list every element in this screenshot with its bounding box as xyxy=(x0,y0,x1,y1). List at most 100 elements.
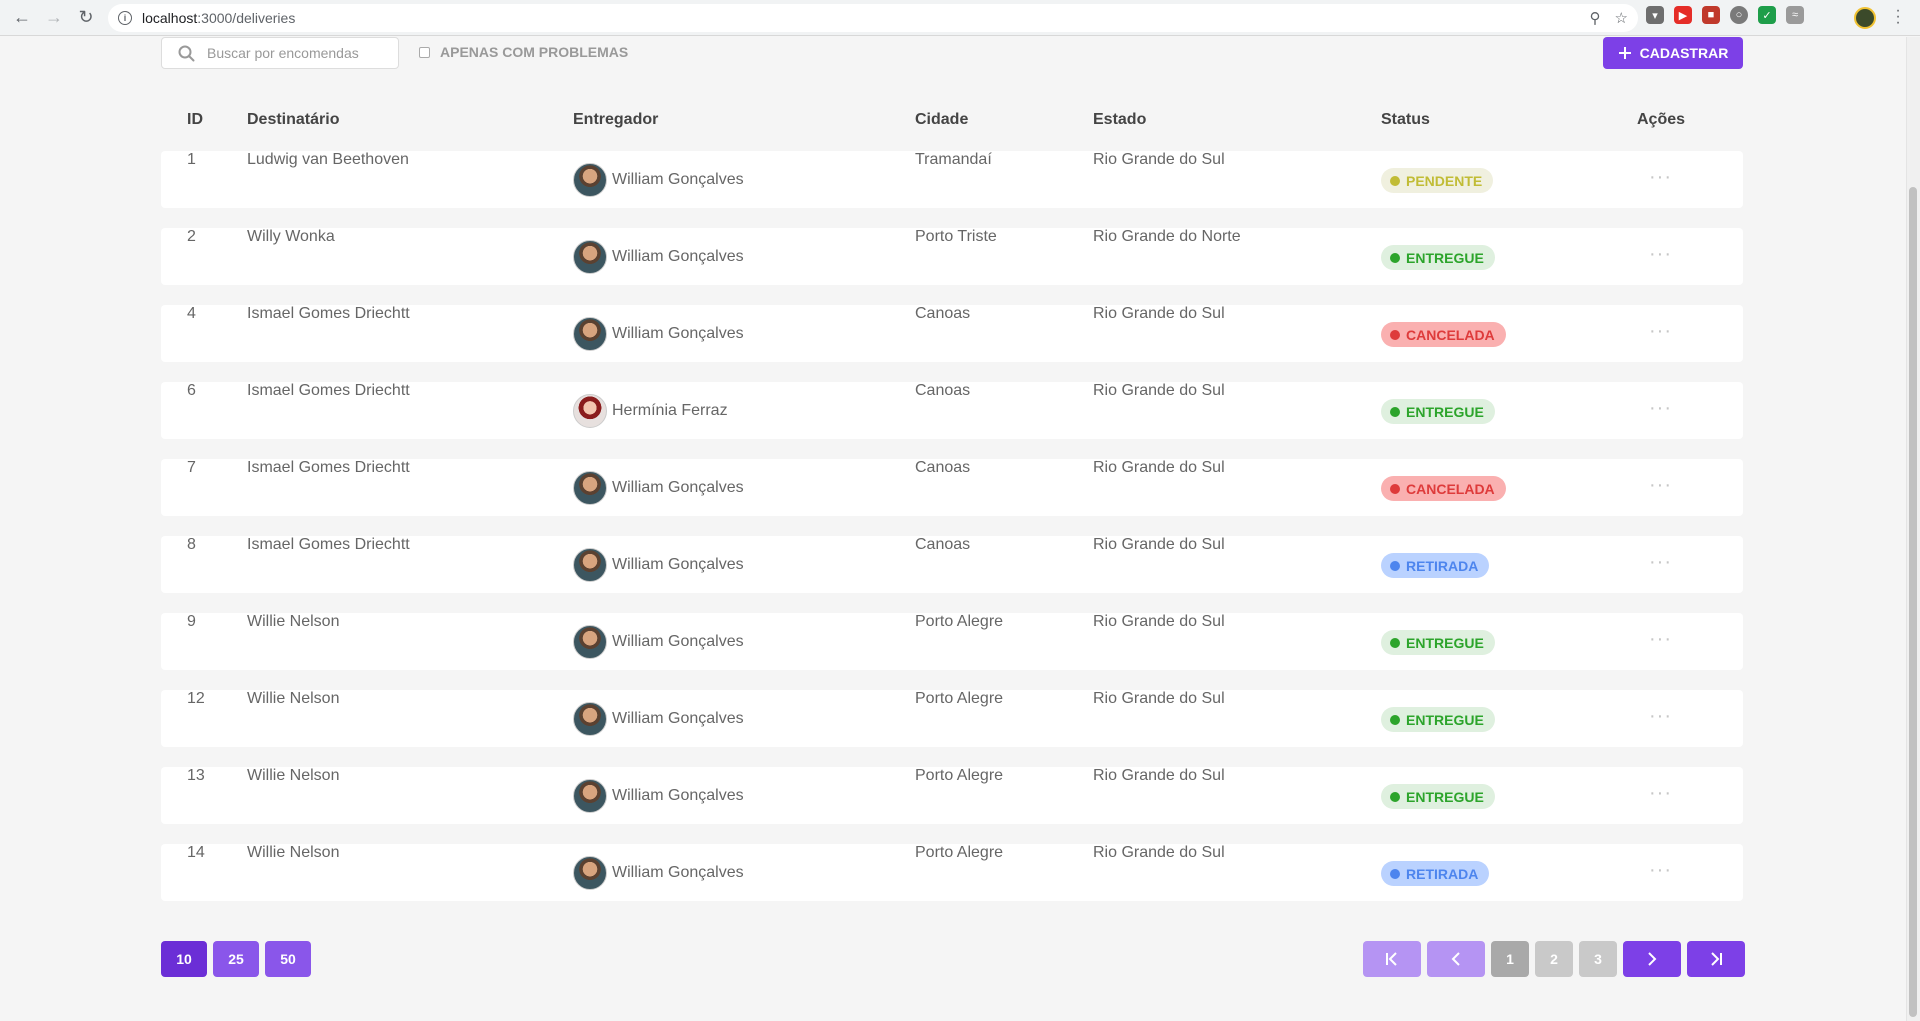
row-id: 8 xyxy=(187,536,196,553)
row-actions-button[interactable]: ··· xyxy=(1649,321,1672,341)
deliverer-avatar xyxy=(573,394,607,428)
deliveries-page: APENAS COM PROBLEMAS CADASTRAR ID Destin… xyxy=(0,37,1920,1021)
search-box[interactable] xyxy=(161,37,399,69)
header-id: ID xyxy=(187,111,203,128)
grey-extension-icon[interactable]: ≈ xyxy=(1786,6,1804,24)
row-deliverer: William Gonçalves xyxy=(573,779,744,813)
row-state: Rio Grande do Sul xyxy=(1093,305,1225,322)
forward-icon[interactable]: → xyxy=(42,6,66,30)
table-row: 13 Willie Nelson William Gonçalves Porto Al… xyxy=(161,767,1743,824)
row-actions-button[interactable]: ··· xyxy=(1649,783,1672,803)
reload-icon[interactable]: ↻ xyxy=(74,6,98,30)
row-actions-button[interactable]: ··· xyxy=(1649,398,1672,418)
page-size-50-button[interactable]: 50 xyxy=(265,941,311,977)
row-state: Rio Grande do Sul xyxy=(1093,767,1225,784)
deliverer-avatar xyxy=(573,779,607,813)
header-city: Cidade xyxy=(915,111,969,128)
deliverer-avatar xyxy=(573,471,607,505)
chevron-right-icon xyxy=(1648,952,1657,966)
status-label: ENTREGUE xyxy=(1406,634,1484,651)
page-3-button[interactable]: 3 xyxy=(1579,941,1617,977)
table-row: 14 Willie Nelson William Gonçalves Porto Al… xyxy=(161,844,1743,901)
row-city: Canoas xyxy=(915,305,971,322)
key-icon[interactable]: ⚲ xyxy=(1590,9,1601,27)
table-row: 6 Ismael Gomes Driechtt Hermínia Ferraz Can… xyxy=(161,382,1743,439)
page-size-10-button[interactable]: 10 xyxy=(161,941,207,977)
next-page-button[interactable] xyxy=(1623,941,1681,977)
page-scrollbar[interactable] xyxy=(1906,37,1920,1021)
search-input[interactable] xyxy=(207,45,387,61)
youtube-extension-icon[interactable]: ▶ xyxy=(1674,6,1692,24)
row-state: Rio Grande do Sul xyxy=(1093,690,1225,707)
table-row: 1 Ludwig van Beethoven William Gonçalves Tr… xyxy=(161,151,1743,208)
deliverer-name: William Gonçalves xyxy=(612,633,744,650)
row-recipient: Ludwig van Beethoven xyxy=(247,151,409,168)
row-city: Porto Triste xyxy=(915,228,997,245)
status-dot xyxy=(1390,483,1400,494)
last-page-button[interactable] xyxy=(1687,941,1745,977)
back-icon[interactable]: ← xyxy=(10,6,34,30)
header-actions: Ações xyxy=(1637,111,1686,128)
red-extension-icon[interactable]: ■ xyxy=(1702,6,1720,24)
deliverer-avatar xyxy=(573,240,607,274)
pocket-extension-icon[interactable]: ▾ xyxy=(1646,6,1664,24)
deliverer-name: Hermínia Ferraz xyxy=(612,402,728,419)
first-page-icon xyxy=(1386,952,1397,966)
row-state: Rio Grande do Sul xyxy=(1093,459,1225,476)
status-dot xyxy=(1390,175,1400,186)
search-icon xyxy=(178,45,195,61)
header-deliverer: Entregador xyxy=(573,111,659,128)
status-badge: ENTREGUE xyxy=(1381,630,1495,655)
bookmark-star-icon[interactable]: ☆ xyxy=(1615,9,1628,27)
browser-menu-icon[interactable]: · · · xyxy=(1892,3,1904,31)
circle-extension-icon[interactable]: ○ xyxy=(1730,6,1748,24)
status-badge: CANCELADA xyxy=(1381,476,1506,501)
header-state: Estado xyxy=(1093,111,1147,128)
scrollbar-thumb[interactable] xyxy=(1909,187,1917,1017)
status-label: ENTREGUE xyxy=(1406,403,1484,420)
previous-page-button[interactable] xyxy=(1427,941,1485,977)
page-size-selector: 10 25 50 xyxy=(161,941,311,977)
row-actions-button[interactable]: ··· xyxy=(1649,167,1672,187)
status-label: ENTREGUE xyxy=(1406,249,1484,266)
problems-checkbox[interactable] xyxy=(419,46,430,58)
status-dot xyxy=(1390,252,1400,263)
deliverer-name: William Gonçalves xyxy=(612,171,744,188)
deliverer-name: William Gonçalves xyxy=(612,787,744,804)
address-bar[interactable]: i localhost:3000/deliveries ⚲ ☆ xyxy=(108,4,1638,32)
first-page-button[interactable] xyxy=(1363,941,1421,977)
header-recipient: Destinatário xyxy=(247,111,340,128)
row-recipient: Ismael Gomes Driechtt xyxy=(247,305,410,322)
shield-extension-icon[interactable]: ✓ xyxy=(1758,6,1776,24)
add-delivery-button[interactable]: CADASTRAR xyxy=(1603,37,1743,69)
status-dot xyxy=(1390,637,1400,648)
page-1-button[interactable]: 1 xyxy=(1491,941,1529,977)
status-label: RETIRADA xyxy=(1406,557,1479,574)
status-badge: RETIRADA xyxy=(1381,553,1490,578)
row-actions-button[interactable]: ··· xyxy=(1649,244,1672,264)
row-actions-button[interactable]: ··· xyxy=(1649,552,1672,572)
deliverer-avatar xyxy=(573,317,607,351)
page-2-button[interactable]: 2 xyxy=(1535,941,1573,977)
row-actions-button[interactable]: ··· xyxy=(1649,629,1672,649)
row-city: Canoas xyxy=(915,459,971,476)
row-id: 7 xyxy=(187,459,196,476)
row-city: Porto Alegre xyxy=(915,844,1004,861)
status-dot xyxy=(1390,406,1400,417)
problems-filter[interactable]: APENAS COM PROBLEMAS xyxy=(419,44,628,60)
row-id: 14 xyxy=(187,844,205,861)
problems-filter-label[interactable]: APENAS COM PROBLEMAS xyxy=(440,44,628,60)
page-size-25-button[interactable]: 25 xyxy=(213,941,259,977)
deliverer-name: William Gonçalves xyxy=(612,325,744,342)
url-text[interactable]: localhost:3000/deliveries xyxy=(142,10,295,26)
row-actions-button[interactable]: ··· xyxy=(1649,475,1672,495)
row-actions-button[interactable]: ··· xyxy=(1649,860,1672,880)
row-city: Porto Alegre xyxy=(915,690,1004,707)
profile-avatar[interactable] xyxy=(1854,7,1876,29)
status-dot xyxy=(1390,329,1400,340)
status-badge: CANCELADA xyxy=(1381,322,1506,347)
info-icon[interactable]: i xyxy=(118,11,132,25)
status-badge: RETIRADA xyxy=(1381,861,1490,886)
deliverer-name: William Gonçalves xyxy=(612,556,744,573)
row-actions-button[interactable]: ··· xyxy=(1649,706,1672,726)
